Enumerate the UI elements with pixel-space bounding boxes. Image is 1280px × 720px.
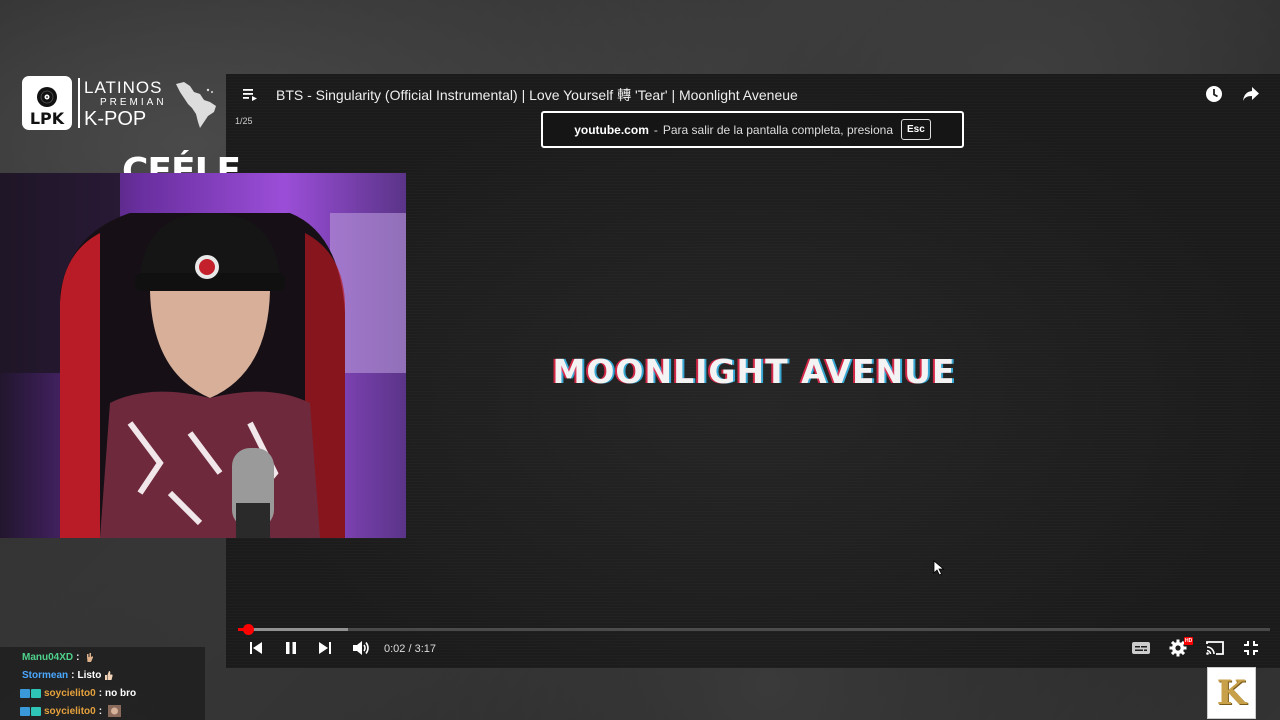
chat-message: soycielito0 : bbox=[20, 703, 122, 719]
corner-k-logo: K bbox=[1207, 667, 1256, 719]
fullscreen-notice-domain: youtube.com bbox=[574, 122, 649, 137]
chat-badge-icon bbox=[31, 688, 41, 698]
lpk-badge: LPK bbox=[22, 76, 72, 130]
chat-badge-icon bbox=[31, 706, 41, 716]
subtitles-icon[interactable] bbox=[1131, 640, 1151, 656]
face-emote-icon bbox=[108, 705, 122, 717]
chat-username[interactable]: Manu04XD bbox=[22, 652, 73, 663]
playlist-icon[interactable] bbox=[242, 86, 258, 102]
next-button[interactable] bbox=[317, 640, 333, 656]
hand-emote-icon bbox=[87, 652, 94, 662]
exit-fullscreen-icon[interactable] bbox=[1243, 640, 1259, 656]
chat-username[interactable]: Stormean bbox=[22, 670, 68, 681]
esc-key-hint: Esc bbox=[901, 119, 931, 140]
cast-icon[interactable] bbox=[1205, 640, 1225, 656]
video-brand-text: MOONLIGHT AVENUE bbox=[552, 352, 956, 391]
video-title[interactable]: BTS - Singularity (Official Instrumental… bbox=[276, 85, 798, 105]
chat-message: soycielito0 : no bro bbox=[20, 685, 136, 701]
chat-separator: : bbox=[71, 669, 75, 681]
previous-button[interactable] bbox=[248, 640, 264, 656]
logo-line-latinos: LATINOS bbox=[84, 78, 163, 97]
chat-text: no bro bbox=[105, 687, 137, 699]
time-display: 0:02 / 3:17 bbox=[384, 643, 436, 655]
volume-icon[interactable] bbox=[352, 640, 370, 656]
playlist-index: 1/25 bbox=[235, 116, 253, 126]
progress-scrubber[interactable] bbox=[243, 624, 254, 635]
mouse-cursor-icon bbox=[933, 560, 945, 576]
latin-america-map-icon bbox=[176, 82, 216, 128]
corner-k-letter: K bbox=[1216, 673, 1247, 713]
chat-message: Stormean : Listo bbox=[22, 667, 114, 683]
logo-divider bbox=[78, 78, 80, 128]
chat-separator: : bbox=[76, 651, 80, 663]
progress-bar[interactable] bbox=[238, 624, 1270, 635]
fullscreen-notice-message: Para salir de la pantalla completa, pres… bbox=[662, 122, 893, 137]
progress-buffered bbox=[238, 628, 348, 631]
fullscreen-notice: youtube.com - Para salir de la pantalla … bbox=[541, 111, 964, 148]
chat-username[interactable]: soycielito0 bbox=[44, 706, 96, 717]
logo-line-kpop: K-POP bbox=[84, 108, 147, 130]
pause-button[interactable] bbox=[283, 640, 299, 656]
chat-badge-icon bbox=[20, 706, 30, 716]
logo-line-premian: PREMIAN bbox=[100, 97, 167, 108]
chat-username[interactable]: soycielito0 bbox=[44, 688, 96, 699]
hd-badge: HD bbox=[1184, 637, 1194, 645]
chat-message: Manu04XD : bbox=[22, 649, 94, 665]
fullscreen-notice-separator: - bbox=[653, 122, 658, 137]
lpk-badge-text: LPK bbox=[29, 109, 65, 128]
webcam-image bbox=[0, 173, 406, 538]
thumbs-up-emote-icon bbox=[105, 670, 114, 680]
chat-panel: Manu04XD : Stormean : Listo soycielito0 … bbox=[0, 647, 205, 720]
webcam-feed bbox=[0, 173, 406, 538]
chat-separator: : bbox=[98, 687, 103, 699]
share-icon[interactable] bbox=[1242, 86, 1260, 102]
chat-text: Listo bbox=[77, 669, 102, 681]
vinyl-record-icon bbox=[37, 87, 57, 107]
stream-logo: LPK LATINOS PREMIAN K-POP bbox=[22, 76, 222, 134]
chat-badge-icon bbox=[20, 688, 30, 698]
chat-separator: : bbox=[98, 705, 103, 717]
watch-later-icon[interactable] bbox=[1205, 85, 1223, 103]
